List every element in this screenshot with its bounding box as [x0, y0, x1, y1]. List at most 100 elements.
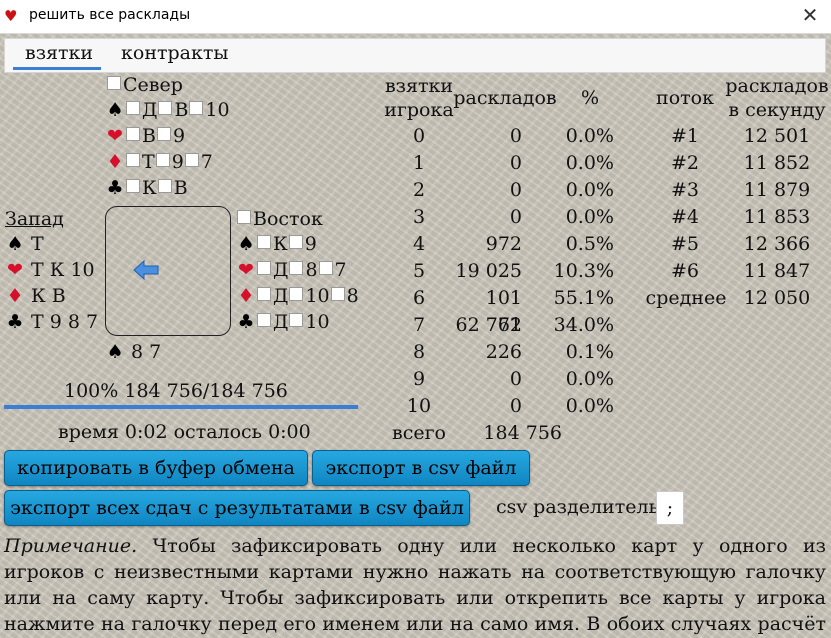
card-checkbox[interactable] [257, 235, 271, 249]
app-window: ♥ решить все расклады ✕ взятки контракты… [0, 0, 831, 638]
card-checkbox[interactable] [288, 235, 303, 249]
card-label[interactable]: Д [142, 99, 157, 121]
deals-cell: 972 [485, 233, 522, 255]
card-label[interactable]: 9 [305, 233, 317, 255]
card-list[interactable]: К В [31, 285, 66, 307]
card-checkbox[interactable] [330, 287, 345, 301]
card-checkbox[interactable] [289, 287, 304, 301]
card-label[interactable]: К [142, 177, 157, 199]
card-label[interactable]: В [174, 177, 188, 199]
tab-bar: взятки контракты [4, 38, 826, 73]
west-suit-row: ♦ К В [5, 283, 66, 309]
card-checkbox[interactable] [289, 261, 304, 275]
card-label[interactable]: 10 [305, 285, 329, 307]
card-label[interactable]: 7 [335, 259, 347, 281]
percent-cell: 55.1% [553, 287, 614, 309]
card-label[interactable]: 8 [305, 259, 317, 281]
card-label[interactable]: Д [273, 311, 288, 333]
east-checkbox[interactable] [237, 210, 251, 224]
tab-selected-indicator [13, 67, 101, 70]
card-list[interactable]: Т К 10 [31, 259, 95, 281]
title-bar: ♥ решить все расклады ✕ [0, 0, 831, 34]
copy-clipboard-button[interactable]: копировать в буфер обмена [4, 450, 308, 486]
speed-cell: 12 366 [743, 233, 811, 255]
progress-bar [4, 405, 358, 409]
percent-cell: 0.0% [565, 368, 614, 390]
card-list[interactable]: Т 9 8 7 [31, 311, 98, 333]
app-icon: ♥ [4, 7, 18, 25]
deals-cell: 0 [509, 368, 522, 390]
card-checkbox[interactable] [155, 153, 170, 167]
percent-cell: 0.0% [565, 206, 614, 228]
card-label[interactable]: 9 [173, 125, 185, 147]
west-name[interactable]: Запад [5, 206, 64, 232]
card-checkbox[interactable] [126, 179, 140, 193]
card-checkbox[interactable] [289, 313, 304, 327]
card-checkbox[interactable] [257, 313, 271, 327]
spade-icon: ♠ [106, 341, 124, 363]
north-suit-row: ♠ Д В 10 [105, 97, 229, 123]
card-label[interactable]: 10 [305, 311, 329, 333]
card-label[interactable]: 10 [205, 99, 229, 121]
timer-text: время 0:02 осталось 0:00 [58, 421, 311, 443]
percent-cell: 0.0% [565, 152, 614, 174]
north-suit-row: ❤ В 9 [105, 123, 185, 149]
diamond-icon: ♦ [237, 285, 255, 307]
deals-cell: 101 762 [485, 287, 522, 336]
speed-cell: 11 853 [743, 206, 811, 228]
csv-separator-label: csv разделитель [496, 496, 659, 518]
card-checkbox[interactable] [257, 287, 271, 301]
card-label[interactable]: Т [142, 151, 155, 173]
club-icon: ♣ [106, 177, 124, 199]
deals-cell: 0 [509, 152, 522, 174]
card-checkbox[interactable] [157, 179, 172, 193]
west-suit-row: ❤ Т К 10 [5, 257, 95, 283]
percent-cell: 0.5% [565, 233, 614, 255]
export-all-deals-button[interactable]: экспорт всех сдач с результатами в csv ф… [4, 490, 470, 526]
export-csv-button[interactable]: экспорт в csv файл [312, 450, 530, 486]
card-checkbox[interactable] [184, 153, 199, 167]
card-checkbox[interactable] [126, 127, 140, 141]
card-label[interactable]: В [174, 99, 188, 121]
thread-cell: #5 [670, 233, 699, 255]
speed-cell: 11 879 [743, 179, 811, 201]
deals-cell: 62 771 [455, 314, 522, 336]
north-name[interactable]: Север [123, 74, 183, 96]
north-checkbox[interactable] [107, 76, 121, 90]
card-checkbox[interactable] [189, 101, 204, 115]
deals-cell: 0 [509, 125, 522, 147]
card-label[interactable]: 7 [201, 151, 213, 173]
card-checkbox[interactable] [158, 101, 173, 115]
deals-cell: 0 [509, 395, 522, 417]
thread-cell: #1 [670, 125, 699, 147]
card-label[interactable]: 8 [347, 285, 359, 307]
arrow-left-icon [133, 259, 159, 281]
card-label[interactable]: Д [273, 259, 288, 281]
card-label[interactable]: 9 [172, 151, 184, 173]
card-list[interactable]: 8 7 [131, 341, 161, 363]
club-icon: ♣ [6, 311, 24, 333]
card-checkbox[interactable] [257, 261, 271, 275]
percent-cell: 0.0% [565, 125, 614, 147]
deals-cell: 0 [509, 179, 522, 201]
card-checkbox[interactable] [156, 127, 171, 141]
card-label[interactable]: К [273, 233, 288, 255]
card-checkbox[interactable] [126, 101, 140, 115]
tab-tricks[interactable]: взятки [25, 42, 93, 64]
thread-header: поток [656, 87, 714, 109]
deals-cell: 0 [509, 206, 522, 228]
card-label[interactable]: В [142, 125, 156, 147]
tab-contracts[interactable]: контракты [121, 42, 229, 64]
speed-header: раскладов в секунду [725, 75, 829, 121]
csv-separator-input[interactable]: ; [656, 491, 684, 525]
spade-icon: ♠ [237, 233, 255, 255]
progress-text: 100% 184 756/184 756 [64, 380, 288, 402]
close-icon[interactable]: ✕ [799, 4, 821, 26]
card-checkbox[interactable] [126, 153, 140, 167]
card-label[interactable]: Д [273, 285, 288, 307]
card-list[interactable]: Т [31, 233, 44, 255]
window-title: решить все расклады [29, 7, 191, 23]
card-checkbox[interactable] [318, 261, 333, 275]
east-name[interactable]: Восток [253, 208, 323, 230]
speed-cell: 11 852 [743, 152, 811, 174]
